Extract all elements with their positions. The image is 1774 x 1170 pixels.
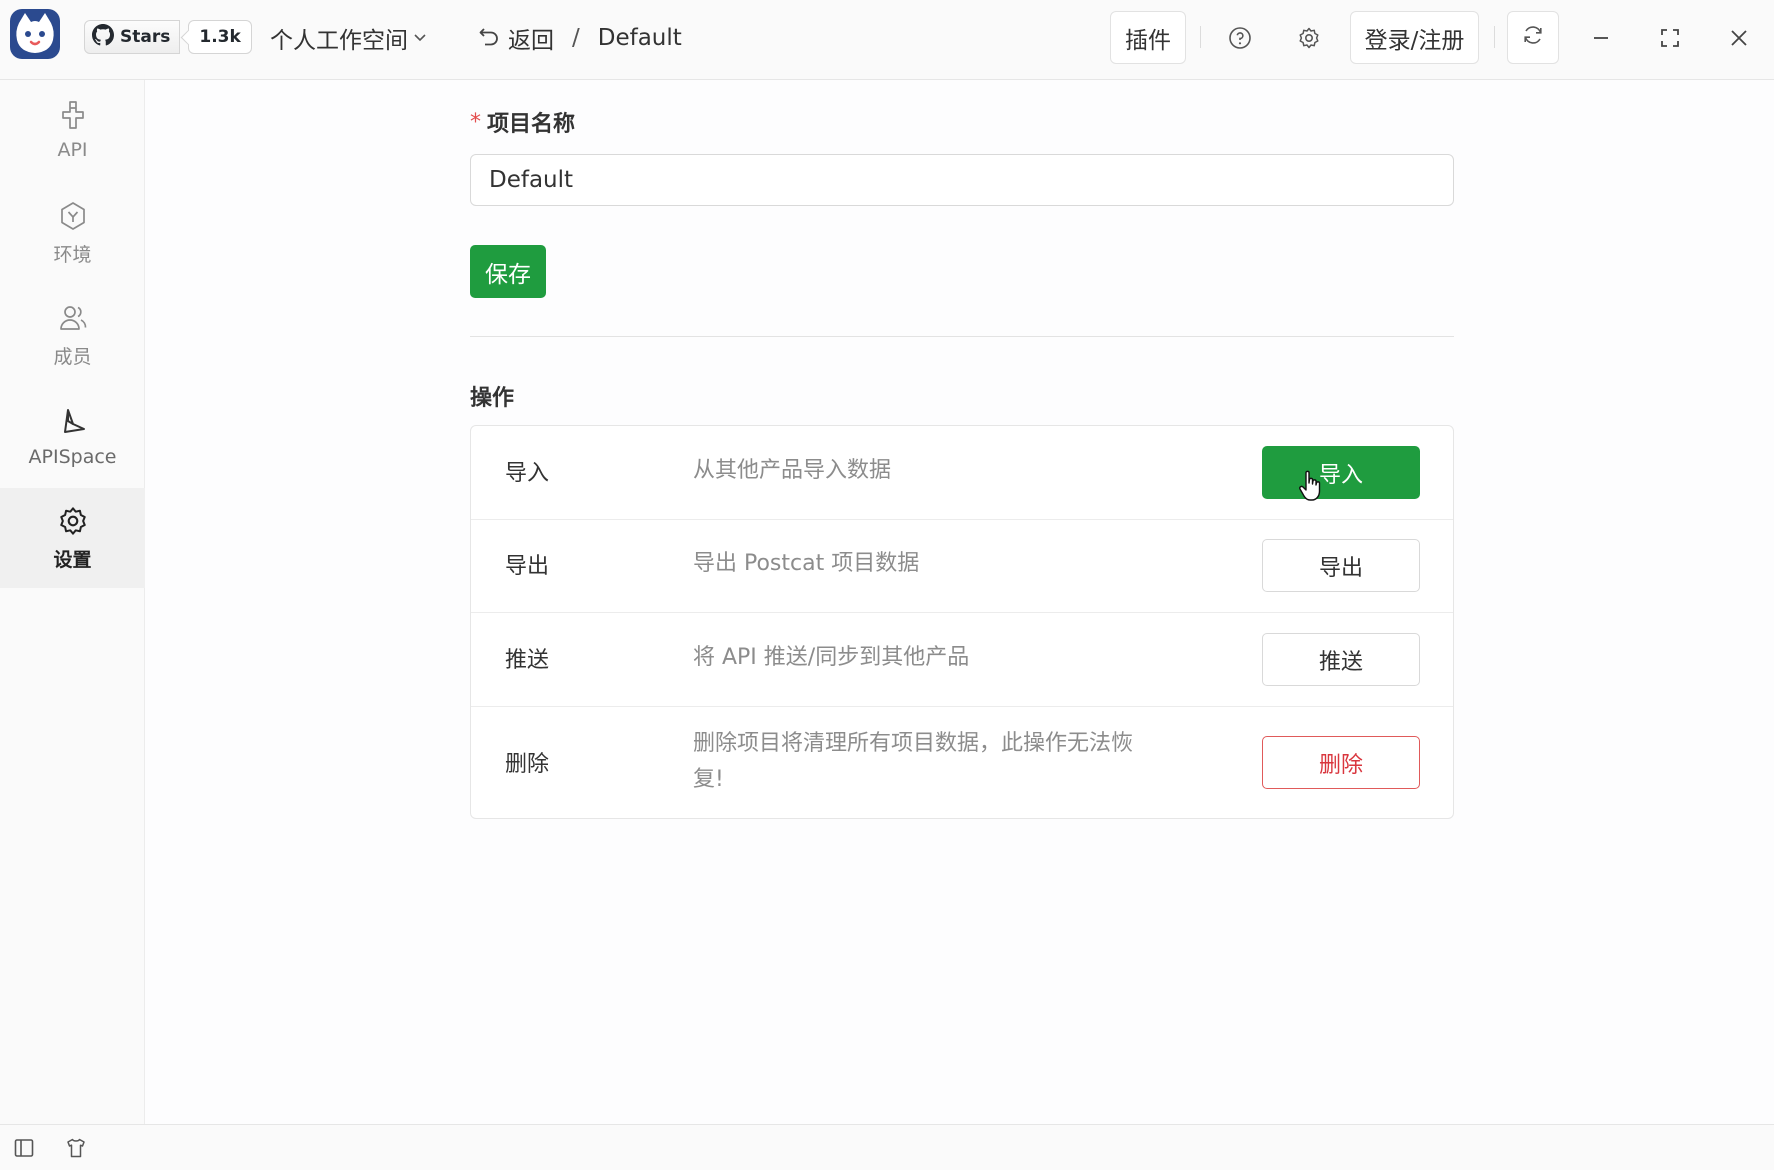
sidebar-item-api[interactable]: API bbox=[0, 80, 145, 180]
project-name-label: * 项目名称 bbox=[470, 106, 575, 138]
operation-description: 从其他产品导入数据 bbox=[693, 458, 892, 483]
github-stars-badge[interactable]: Stars 1.3k bbox=[84, 20, 252, 54]
divider bbox=[1494, 26, 1495, 48]
operations-title: 操作 bbox=[470, 386, 515, 411]
required-mark: * bbox=[470, 109, 481, 135]
apispace-icon bbox=[57, 406, 89, 438]
refresh-button[interactable] bbox=[1507, 11, 1559, 64]
project-name-input[interactable] bbox=[470, 154, 1454, 206]
workspace-label: 个人工作空间 bbox=[270, 28, 408, 54]
login-button[interactable]: 登录/注册 bbox=[1350, 11, 1479, 64]
breadcrumb: 返回 / Default bbox=[478, 20, 682, 56]
sidebar-item-label: 成员 bbox=[53, 345, 92, 368]
settings-icon[interactable] bbox=[1289, 18, 1329, 58]
theme-icon[interactable] bbox=[63, 1135, 89, 1161]
sidebar: API 环境 成员 APISpace 设置 bbox=[0, 80, 145, 1124]
back-label: 返回 bbox=[508, 28, 554, 54]
sidebar-item-environment[interactable]: 环境 bbox=[0, 183, 145, 283]
chevron-down-icon bbox=[412, 25, 428, 51]
sidebar-item-label: 设置 bbox=[53, 548, 92, 571]
operation-name: 导入 bbox=[505, 461, 550, 486]
operation-name: 推送 bbox=[505, 648, 550, 673]
gear-icon bbox=[57, 505, 89, 537]
sidebar-item-members[interactable]: 成员 bbox=[0, 285, 145, 385]
members-icon bbox=[57, 302, 89, 334]
top-bar: Stars 1.3k 个人工作空间 返回 / Default 插件 登录/注册 bbox=[0, 0, 1774, 80]
divider bbox=[1200, 26, 1201, 48]
sidebar-item-label: APISpace bbox=[28, 446, 117, 468]
back-button[interactable]: 返回 bbox=[478, 21, 554, 55]
save-button[interactable]: 保存 bbox=[470, 245, 546, 298]
export-button[interactable]: 导出 bbox=[1262, 539, 1420, 592]
github-stars-count[interactable]: 1.3k bbox=[188, 20, 252, 54]
operation-row-delete: 删除 删除项目将清理所有项目数据，此操作无法恢复! 删除 bbox=[471, 707, 1453, 818]
plugin-button[interactable]: 插件 bbox=[1110, 11, 1186, 64]
bottom-bar bbox=[0, 1124, 1774, 1170]
maximize-icon[interactable] bbox=[1650, 18, 1690, 58]
api-icon bbox=[57, 99, 89, 131]
operation-description: 导出 Postcat 项目数据 bbox=[693, 551, 920, 576]
github-icon bbox=[92, 23, 114, 51]
push-button[interactable]: 推送 bbox=[1262, 633, 1420, 686]
github-stars-label: Stars bbox=[120, 27, 171, 47]
sidebar-item-apispace[interactable]: APISpace bbox=[0, 387, 145, 487]
sidebar-item-label: 环境 bbox=[53, 243, 92, 266]
breadcrumb-project: Default bbox=[597, 25, 682, 51]
sidebar-toggle-icon[interactable] bbox=[11, 1135, 37, 1161]
sidebar-item-settings[interactable]: 设置 bbox=[0, 488, 145, 588]
environment-icon bbox=[57, 200, 89, 232]
github-stars-button[interactable]: Stars bbox=[84, 20, 181, 54]
plugin-label: 插件 bbox=[1125, 27, 1171, 54]
help-icon[interactable] bbox=[1220, 18, 1260, 58]
operation-name: 导出 bbox=[505, 554, 550, 579]
app-window: Stars 1.3k 个人工作空间 返回 / Default 插件 登录/注册 … bbox=[0, 0, 1774, 1170]
delete-button[interactable]: 删除 bbox=[1262, 736, 1420, 789]
project-name-label-text: 项目名称 bbox=[487, 112, 576, 137]
import-button[interactable]: 导入 bbox=[1262, 446, 1420, 499]
undo-icon bbox=[478, 24, 500, 52]
operation-row-import: 导入 从其他产品导入数据 导入 bbox=[471, 426, 1453, 520]
minimize-icon[interactable] bbox=[1581, 18, 1621, 58]
operation-description: 删除项目将清理所有项目数据，此操作无法恢复! bbox=[693, 731, 1134, 792]
close-icon[interactable] bbox=[1719, 18, 1759, 58]
operation-name: 删除 bbox=[505, 752, 550, 777]
operation-description: 将 API 推送/同步到其他产品 bbox=[693, 645, 970, 670]
operation-row-export: 导出 导出 Postcat 项目数据 导出 bbox=[471, 520, 1453, 613]
refresh-icon bbox=[1521, 23, 1545, 53]
breadcrumb-separator: / bbox=[572, 25, 580, 51]
workspace-dropdown[interactable]: 个人工作空间 bbox=[270, 20, 428, 56]
sidebar-item-label: API bbox=[57, 139, 88, 161]
operations-list: 导入 从其他产品导入数据 导入 导出 导出 Postcat 项目数据 导出 推送… bbox=[470, 425, 1454, 819]
login-label: 登录/注册 bbox=[1364, 27, 1465, 54]
divider bbox=[470, 336, 1454, 337]
operation-row-push: 推送 将 API 推送/同步到其他产品 推送 bbox=[471, 613, 1453, 707]
app-logo bbox=[10, 9, 60, 59]
